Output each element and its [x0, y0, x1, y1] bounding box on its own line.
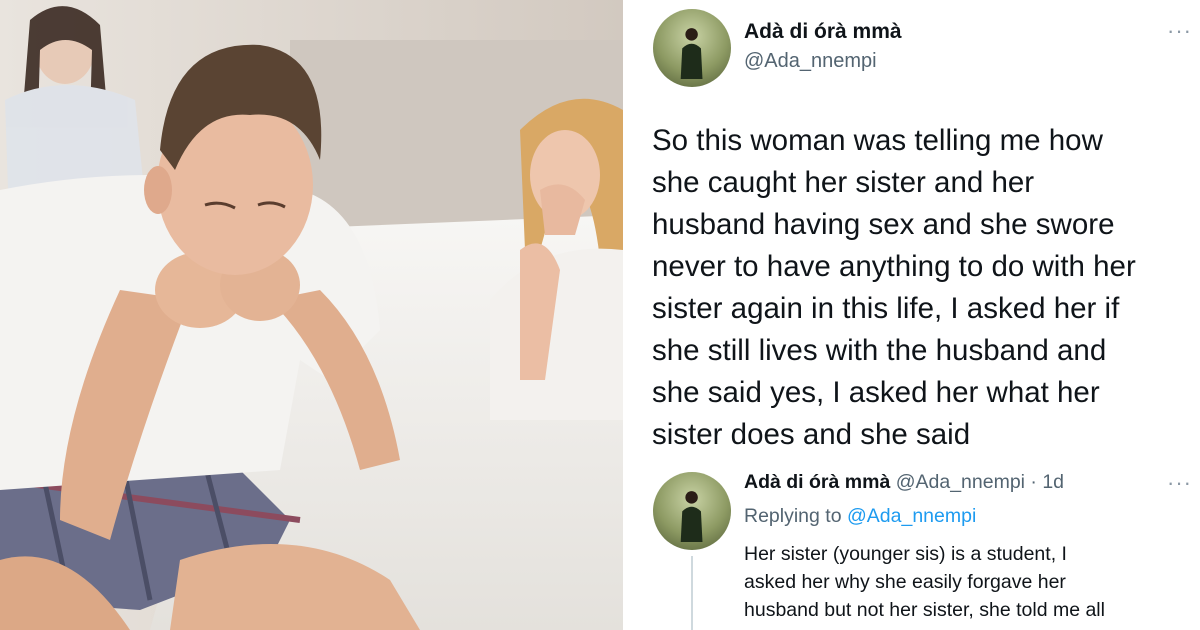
reply-author-name[interactable]: Adà di órà mmà: [744, 471, 890, 493]
reply-avatar[interactable]: [653, 472, 731, 550]
tweet-text: So this woman was telling me how she cau…: [652, 120, 1192, 456]
more-options-icon[interactable]: ···: [1167, 18, 1192, 44]
thread-line: [691, 556, 693, 630]
tweet-line: she said yes, I asked her what her: [652, 376, 1100, 409]
author-handle[interactable]: @Ada_nnempi: [744, 50, 877, 73]
person-icon: [681, 490, 703, 543]
author-avatar[interactable]: [653, 9, 731, 87]
tweet-line: husband having sex and she swore: [652, 208, 1115, 241]
reply-line: Her sister (younger sis) is a student, I: [744, 543, 1067, 565]
tweet-line: sister again in this life, I asked her i…: [652, 292, 1120, 325]
tweet-screenshot: Adà di órà mmà @Ada_nnempi ··· So this w…: [623, 0, 1200, 630]
reply-header: Adà di órà mmà @Ada_nnempi · 1d: [744, 471, 1064, 494]
tweet-line: sister does and she said: [652, 418, 971, 451]
person-icon: [681, 27, 703, 80]
reply-line: asked her why she easily forgave her: [744, 571, 1066, 593]
tweet-line: she still lives with the husband and: [652, 334, 1107, 367]
replying-to: Replying to @Ada_nnempi: [744, 505, 976, 528]
replying-mention-link[interactable]: @Ada_nnempi: [847, 505, 976, 527]
tweet-line: So this woman was telling me how: [652, 124, 1103, 157]
tweet-line: she caught her sister and her: [652, 166, 1035, 199]
replying-prefix: Replying to: [744, 505, 847, 527]
reply-more-options-icon[interactable]: ···: [1167, 470, 1192, 496]
reply-handle-time[interactable]: @Ada_nnempi · 1d: [896, 471, 1064, 493]
author-name[interactable]: Adà di órà mmà: [744, 20, 902, 44]
tweet-line: never to have anything to do with her: [652, 250, 1136, 283]
reply-text: Her sister (younger sis) is a student, I…: [744, 540, 1184, 624]
reply-line: husband but not her sister, she told me …: [744, 599, 1105, 621]
stock-photo: [0, 0, 623, 630]
